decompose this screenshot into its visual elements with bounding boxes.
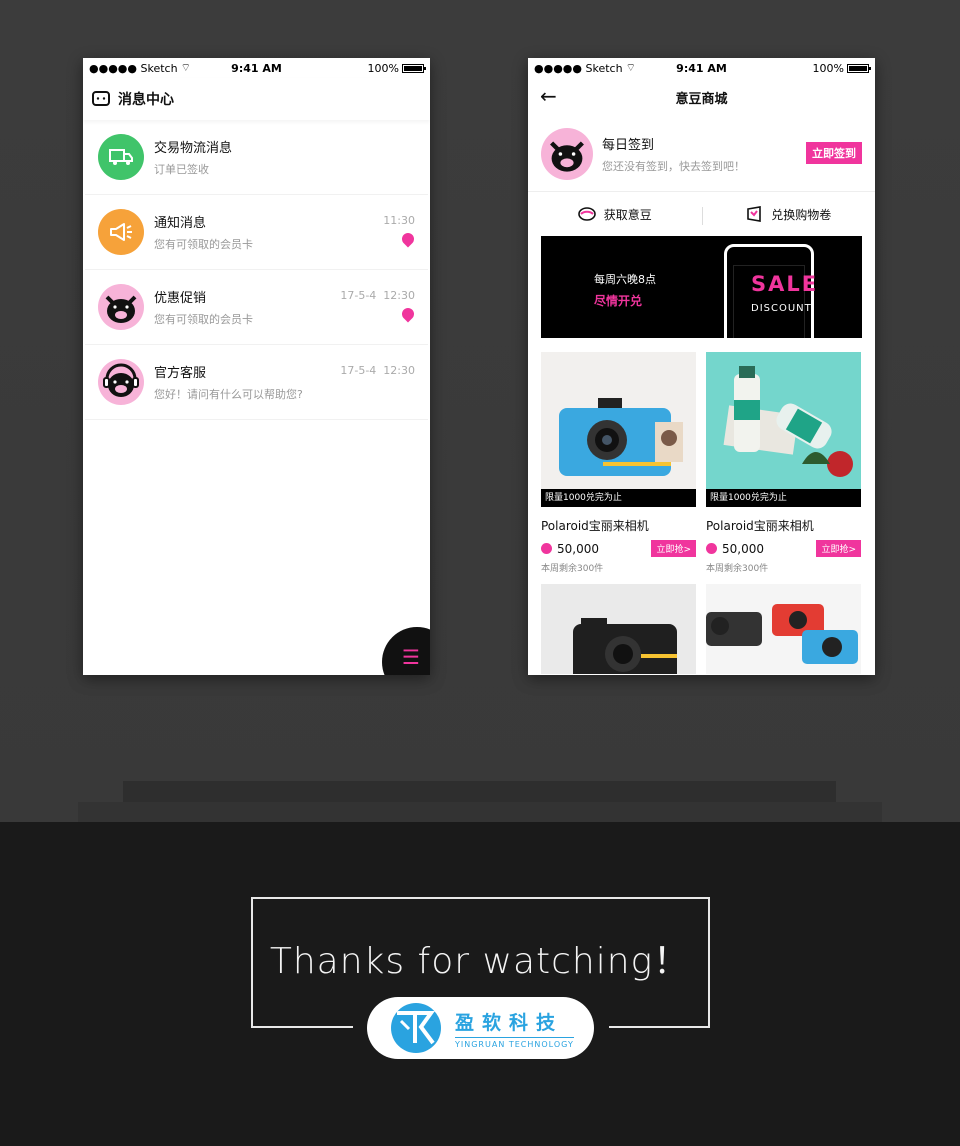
camera-image-icon: [541, 584, 696, 674]
thanks-text: Thanks for watching！: [269, 941, 691, 982]
status-time: 9:41 AM: [676, 61, 727, 75]
bean-coin-icon: [706, 543, 717, 554]
checkin-title: 每日签到: [602, 137, 655, 153]
message-date: 17-5-4: [340, 364, 377, 377]
menu-icon: ☰: [402, 645, 420, 669]
sale-banner[interactable]: 每周六晚8点 尽情开兑 SALE DISCOUNT: [541, 236, 862, 338]
get-beans-button[interactable]: 获取意豆: [528, 205, 702, 223]
message-title: 通知消息: [154, 216, 207, 231]
product-grid: 限量1000兑完为止 Polaroid宝丽来相机 50,000 立即抢> 本周剩…: [528, 338, 875, 674]
coupon-icon: [747, 206, 762, 222]
bottle-image-icon: 限量1000兑完为止: [706, 352, 861, 507]
product-card[interactable]: [541, 584, 696, 674]
pig-headset-avatar-icon: [98, 359, 144, 405]
message-subtitle: 您好！请问有什么可以帮助您?: [154, 388, 303, 401]
product-name: Polaroid宝丽来相机: [541, 519, 649, 533]
megaphone-icon: [98, 209, 144, 255]
product-remain: 本周剩余300件: [706, 564, 769, 574]
action-label: 获取意豆: [603, 207, 652, 222]
message-item-notice[interactable]: 通知消息 您有可领取的会员卡 11:30: [85, 195, 428, 270]
page-title: 消息中心: [118, 92, 174, 108]
status-bar: ●●●●● Sketch ⌔ 9:41 AM 100%: [528, 58, 875, 78]
banner-line1: 每周六晚8点: [594, 273, 656, 286]
product-name: Polaroid宝丽来相机: [706, 519, 814, 533]
battery-label: 100%: [367, 61, 399, 75]
menu-fab-button[interactable]: ☰: [382, 627, 430, 675]
banner-sale: SALE: [751, 272, 819, 296]
message-subtitle: 订单已签收: [154, 163, 209, 176]
company-logo: 盈软科技 YINGRUAN TECHNOLOGY: [367, 997, 594, 1059]
shop-actions: 获取意豆 兑换购物卷: [528, 192, 875, 236]
product-price: 50,000: [541, 542, 599, 556]
wifi-icon: ⌔: [625, 61, 636, 74]
message-subtitle: 您有可领取的会员卡: [154, 238, 253, 251]
message-time: 11:30: [383, 214, 415, 227]
phone-message-center: ●●●●● Sketch ⌔ 9:41 AM 100% 消息中心 交易物流消息 订…: [83, 58, 430, 675]
message-item-logistics[interactable]: 交易物流消息 订单已签收: [85, 120, 428, 195]
message-header: 消息中心: [83, 78, 430, 120]
message-clock: 12:30: [383, 289, 415, 302]
status-time: 9:41 AM: [231, 61, 282, 75]
battery-label: 100%: [812, 61, 844, 75]
message-time: 17-5-4 12:30: [340, 289, 415, 302]
redeem-coupon-button[interactable]: 兑换购物卷: [701, 205, 876, 225]
message-clock: 12:30: [383, 364, 415, 377]
battery-icon: [847, 63, 871, 73]
checkin-button[interactable]: 立即签到: [806, 142, 862, 164]
chat-bubble-icon: [92, 91, 110, 106]
bean-coin-icon: [541, 543, 552, 554]
back-arrow-icon[interactable]: ←: [540, 84, 557, 108]
truck-icon: [98, 134, 144, 180]
page-title: 意豆商城: [675, 91, 728, 107]
phone-bean-shop: ●●●●● Sketch ⌔ 9:41 AM 100% ← 意豆商城 每日签到 您…: [528, 58, 875, 675]
shop-header: ← 意豆商城: [528, 78, 875, 116]
product-remain: 本周剩余300件: [541, 564, 604, 574]
daily-checkin: 每日签到 您还没有签到，快去签到吧！ 立即签到: [528, 116, 875, 192]
camera-image-icon: 限量1000兑完为止: [541, 352, 696, 507]
message-item-promo[interactable]: 优惠促销 您有可领取的会员卡 17-5-4 12:30: [85, 270, 428, 345]
message-time: 17-5-4 12:30: [340, 364, 415, 377]
grab-button[interactable]: 立即抢>: [651, 540, 696, 557]
price-value: 50,000: [722, 541, 764, 556]
checkin-subtitle: 您还没有签到，快去签到吧！: [602, 159, 745, 173]
product-tag: 限量1000兑完为止: [706, 489, 861, 507]
camera-image-icon: [706, 584, 861, 674]
logo-english: YINGRUAN TECHNOLOGY: [455, 1036, 574, 1049]
message-list: 交易物流消息 订单已签收 通知消息 您有可领取的会员卡 11:30 优惠促销 您…: [83, 120, 430, 420]
logo-mark-icon: [391, 1003, 441, 1053]
banner-discount: DISCOUNT: [751, 303, 812, 314]
message-title: 交易物流消息: [154, 141, 233, 156]
banner-line2: 尽情开兑: [594, 294, 643, 308]
bean-icon: [577, 207, 596, 221]
pig-avatar-icon: [98, 284, 144, 330]
wifi-icon: ⌔: [180, 61, 191, 74]
action-label: 兑换购物卷: [771, 207, 832, 222]
status-bar: ●●●●● Sketch ⌔ 9:41 AM 100%: [83, 58, 430, 78]
message-date: 17-5-4: [340, 289, 377, 302]
pig-avatar-icon: [541, 127, 593, 180]
product-price: 50,000: [706, 542, 764, 556]
carrier-label: ●●●●● Sketch: [534, 61, 623, 75]
carrier-label: ●●●●● Sketch: [89, 61, 178, 75]
product-tag: 限量1000兑完为止: [541, 489, 696, 507]
logo-chinese: 盈软科技: [455, 1011, 564, 1034]
grab-button[interactable]: 立即抢>: [816, 540, 861, 557]
battery-icon: [402, 63, 426, 73]
price-value: 50,000: [557, 541, 599, 556]
product-card[interactable]: 限量1000兑完为止 Polaroid宝丽来相机 50,000 立即抢> 本周剩…: [706, 352, 861, 574]
message-subtitle: 您有可领取的会员卡: [154, 313, 253, 326]
shelf-shadow-base: [78, 802, 882, 822]
message-item-service[interactable]: 官方客服 您好！请问有什么可以帮助您? 17-5-4 12:30: [85, 345, 428, 420]
product-card[interactable]: 限量1000兑完为止 Polaroid宝丽来相机 50,000 立即抢> 本周剩…: [541, 352, 696, 574]
product-card[interactable]: [706, 584, 861, 674]
